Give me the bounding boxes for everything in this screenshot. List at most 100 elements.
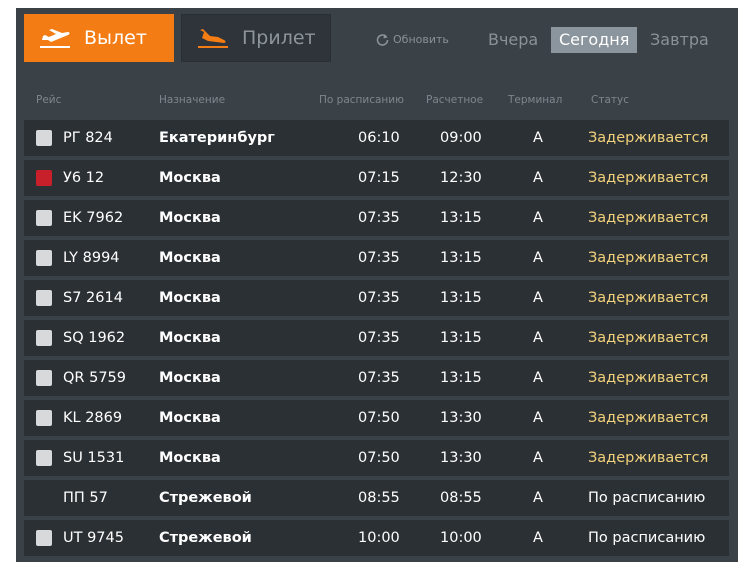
scheduled-time: 07:35 xyxy=(358,290,400,306)
scheduled-time: 07:35 xyxy=(358,330,400,346)
airline-logo-icon xyxy=(36,530,52,546)
scheduled-time: 07:15 xyxy=(358,170,400,186)
destination: Москва xyxy=(159,210,221,226)
airline-logo-icon xyxy=(36,410,52,426)
destination: Москва xyxy=(159,290,221,306)
destination: Екатеринбург xyxy=(159,130,275,146)
scheduled-time: 07:35 xyxy=(358,370,400,386)
table-row[interactable]: EK 7962 Москва 07:35 13:15 A Задерживает… xyxy=(24,200,729,236)
column-header-status: Статус xyxy=(591,94,629,106)
estimated-time: 09:00 xyxy=(440,130,482,146)
table-row[interactable]: S7 2614 Москва 07:35 13:15 A Задерживает… xyxy=(24,280,729,316)
refresh-button[interactable]: Обновить xyxy=(376,33,449,46)
terminal: A xyxy=(533,450,543,466)
plane-landing-icon xyxy=(198,29,228,48)
terminal: A xyxy=(533,370,543,386)
flight-number: SQ 1962 xyxy=(63,330,126,346)
scheduled-time: 07:35 xyxy=(358,210,400,226)
flight-number: РГ 824 xyxy=(63,130,113,146)
estimated-time: 13:15 xyxy=(440,210,482,226)
plane-takeoff-icon xyxy=(40,29,70,48)
destination: Стрежевой xyxy=(159,530,252,546)
table-row[interactable]: KL 2869 Москва 07:50 13:30 A Задерживает… xyxy=(24,400,729,436)
day-tomorrow[interactable]: Завтра xyxy=(642,27,717,53)
day-yesterday[interactable]: Вчера xyxy=(480,27,546,53)
airline-logo-icon xyxy=(36,370,52,386)
table-row[interactable]: QR 5759 Москва 07:35 13:15 A Задерживает… xyxy=(24,360,729,396)
airline-logo-icon xyxy=(36,210,52,226)
destination: Стрежевой xyxy=(159,490,252,506)
status-badge: Задерживается xyxy=(588,170,709,186)
destination: Москва xyxy=(159,450,221,466)
airline-logo-icon xyxy=(36,130,52,146)
airline-logo-icon xyxy=(36,490,52,506)
estimated-time: 13:15 xyxy=(440,330,482,346)
scheduled-time: 07:50 xyxy=(358,450,400,466)
tab-departure[interactable]: Вылет xyxy=(24,14,174,62)
flight-number: EK 7962 xyxy=(63,210,124,226)
status-badge: По расписанию xyxy=(588,530,706,546)
terminal: A xyxy=(533,290,543,306)
estimated-time: 13:15 xyxy=(440,250,482,266)
airline-logo-icon xyxy=(36,250,52,266)
departures-board: Вылет Прилет Обновить Вчера Сегодня Завт… xyxy=(16,8,738,562)
table-row[interactable]: SU 1531 Москва 07:50 13:30 A Задерживает… xyxy=(24,440,729,476)
refresh-label: Обновить xyxy=(393,33,449,46)
status-badge: По расписанию xyxy=(588,490,706,506)
status-badge: Задерживается xyxy=(588,210,709,226)
terminal: A xyxy=(533,530,543,546)
flight-number: ПП 57 xyxy=(63,490,108,506)
status-badge: Задерживается xyxy=(588,330,709,346)
airline-logo-icon xyxy=(36,450,52,466)
day-today[interactable]: Сегодня xyxy=(551,27,638,53)
table-row[interactable]: SQ 1962 Москва 07:35 13:15 A Задерживает… xyxy=(24,320,729,356)
status-badge: Задерживается xyxy=(588,370,709,386)
terminal: A xyxy=(533,210,543,226)
flight-number: QR 5759 xyxy=(63,370,126,386)
tab-arrival[interactable]: Прилет xyxy=(181,14,331,62)
destination: Москва xyxy=(159,370,221,386)
flight-number: У6 12 xyxy=(63,170,105,186)
flight-number: SU 1531 xyxy=(63,450,125,466)
column-header-estimated: Расчетное xyxy=(426,94,484,106)
estimated-time: 12:30 xyxy=(440,170,482,186)
table-row[interactable]: У6 12 Москва 07:15 12:30 A Задерживается xyxy=(24,160,729,196)
estimated-time: 13:15 xyxy=(440,290,482,306)
terminal: A xyxy=(533,330,543,346)
estimated-time: 13:30 xyxy=(440,410,482,426)
column-header-destination: Назначение xyxy=(159,94,226,106)
scheduled-time: 08:55 xyxy=(358,490,400,506)
destination: Москва xyxy=(159,410,221,426)
tab-arrival-label: Прилет xyxy=(242,27,316,49)
airline-logo-icon xyxy=(36,170,52,186)
estimated-time: 08:55 xyxy=(440,490,482,506)
refresh-icon xyxy=(376,34,389,46)
destination: Москва xyxy=(159,330,221,346)
status-badge: Задерживается xyxy=(588,130,709,146)
table-row[interactable]: РГ 824 Екатеринбург 06:10 09:00 A Задерж… xyxy=(24,120,729,156)
destination: Москва xyxy=(159,170,221,186)
flight-number: LY 8994 xyxy=(63,250,120,266)
scheduled-time: 06:10 xyxy=(358,130,400,146)
status-badge: Задерживается xyxy=(588,290,709,306)
column-header-scheduled: По расписанию xyxy=(319,94,404,106)
column-header-terminal: Терминал xyxy=(508,94,563,106)
flight-number: KL 2869 xyxy=(63,410,123,426)
estimated-time: 10:00 xyxy=(440,530,482,546)
scheduled-time: 10:00 xyxy=(358,530,400,546)
estimated-time: 13:15 xyxy=(440,370,482,386)
flight-number: S7 2614 xyxy=(63,290,123,306)
table-row[interactable]: ПП 57 Стрежевой 08:55 08:55 A По расписа… xyxy=(24,480,729,516)
scheduled-time: 07:35 xyxy=(358,250,400,266)
estimated-time: 13:30 xyxy=(440,450,482,466)
terminal: A xyxy=(533,410,543,426)
status-badge: Задерживается xyxy=(588,410,709,426)
terminal: A xyxy=(533,170,543,186)
status-badge: Задерживается xyxy=(588,450,709,466)
table-row[interactable]: UT 9745 Стрежевой 10:00 10:00 A По распи… xyxy=(24,520,729,556)
status-badge: Задерживается xyxy=(588,250,709,266)
scheduled-time: 07:50 xyxy=(358,410,400,426)
table-row[interactable]: LY 8994 Москва 07:35 13:15 A Задерживает… xyxy=(24,240,729,276)
column-header-flight: Рейс xyxy=(36,94,62,106)
terminal: A xyxy=(533,250,543,266)
